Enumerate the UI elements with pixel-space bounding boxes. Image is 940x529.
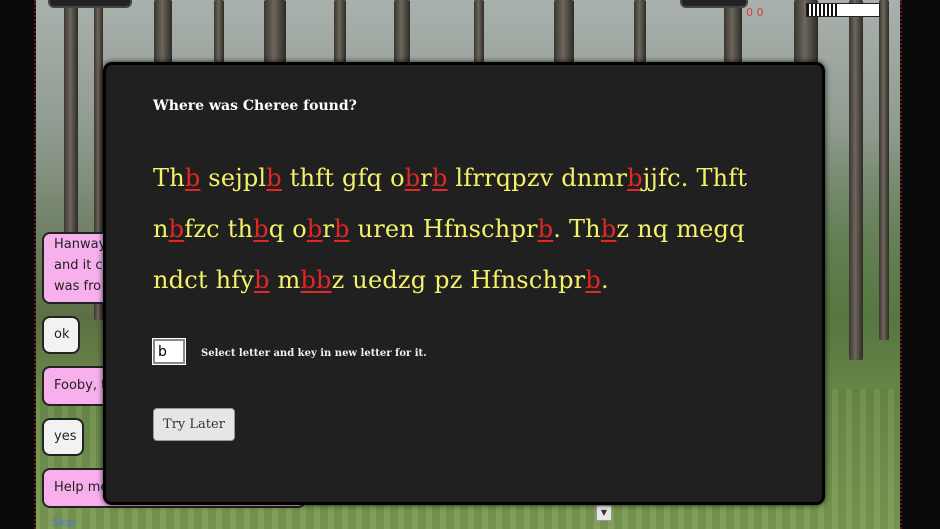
left-frame xyxy=(0,0,36,529)
puzzle-question: Where was Cheree found? xyxy=(153,98,357,114)
cipher-letters[interactable]: jjfc xyxy=(643,164,681,192)
right-frame xyxy=(900,0,940,529)
cipher-selected-letter[interactable]: b xyxy=(627,164,643,192)
try-later-button[interactable]: Try Later xyxy=(153,408,235,441)
cipher-letters[interactable]: z xyxy=(616,215,629,243)
cipher-letters[interactable]: Th xyxy=(569,215,601,243)
cipher-word: thft xyxy=(290,164,334,192)
cipher-letters[interactable]: Hfnschpr xyxy=(423,215,538,243)
cipher-letters[interactable]: q xyxy=(269,215,285,243)
cipher-letters[interactable]: n xyxy=(153,215,169,243)
cipher-word: uedzg xyxy=(352,266,426,294)
cipher-word: thbq xyxy=(228,215,285,243)
cipher-word: mbbz xyxy=(277,266,344,294)
cipher-selected-letter[interactable]: b xyxy=(253,215,269,243)
cipher-word: Hfnschprb. xyxy=(470,266,608,294)
cipher-punctuation: . xyxy=(680,164,689,192)
cipher-letters[interactable]: r xyxy=(322,215,334,243)
cipher-letters[interactable]: o xyxy=(292,215,307,243)
cipher-word: obrb xyxy=(390,164,448,192)
cipher-letters[interactable]: dnmr xyxy=(561,164,627,192)
cipher-selected-letter[interactable]: b xyxy=(266,164,282,192)
cipher-letters[interactable]: lfrrqpzv xyxy=(455,164,553,192)
cipher-selected-letter[interactable]: b xyxy=(254,266,270,294)
cipher-letters[interactable]: thft xyxy=(290,164,334,192)
cipher-word: Thft xyxy=(696,164,747,192)
cipher-punctuation: . xyxy=(553,215,562,243)
cipher-word: uren xyxy=(358,215,415,243)
cipher-word: nbfzc xyxy=(153,215,220,243)
cipher-selected-letter[interactable]: b xyxy=(307,215,323,243)
cipher-selected-letter[interactable]: b xyxy=(169,215,185,243)
energy-meter xyxy=(806,3,880,17)
cipher-word: Hfnschprb. xyxy=(423,215,561,243)
cipher-letters[interactable]: th xyxy=(228,215,254,243)
chat-bubble-line: ok xyxy=(54,327,70,342)
cipher-word: pz xyxy=(434,266,462,294)
cipher-word: Thb xyxy=(153,164,200,192)
cipher-word: gfq xyxy=(342,164,382,192)
cipher-word: Thbz xyxy=(569,215,629,243)
cipher-selected-letter[interactable]: b xyxy=(585,266,601,294)
chat-bubble-line: yes xyxy=(54,429,77,444)
chat-skip-link[interactable]: Skip xyxy=(52,516,75,529)
top-right-menu-button[interactable] xyxy=(680,0,748,8)
energy-meter-fill xyxy=(807,4,840,16)
cryptogram-dialog: Where was Cheree found? Thb sejplb thft … xyxy=(103,62,825,505)
cipher-selected-letter[interactable]: b xyxy=(601,215,617,243)
cipher-letters[interactable]: Th xyxy=(153,164,185,192)
top-left-menu-button[interactable] xyxy=(48,0,132,8)
cipher-letters[interactable]: m xyxy=(277,266,300,294)
cipher-word: nq xyxy=(637,215,668,243)
cipher-letters[interactable]: uedzg xyxy=(352,266,426,294)
cipher-letters[interactable]: sejpl xyxy=(208,164,266,192)
cipher-letters[interactable]: ndct xyxy=(153,266,208,294)
cipher-selected-letter[interactable]: b xyxy=(334,215,350,243)
cipher-word: megq xyxy=(676,215,745,243)
cipher-word: obrb xyxy=(292,215,350,243)
cipher-word: hfyb xyxy=(216,266,270,294)
cipher-letters[interactable]: z xyxy=(332,266,345,294)
hud-counter: 0 0 xyxy=(746,6,764,19)
cipher-selected-letter[interactable]: b xyxy=(405,164,421,192)
cipher-letters[interactable]: uren xyxy=(358,215,415,243)
cipher-text: Thb sejplb thft gfq obrb lfrrqpzv dnmrbj… xyxy=(153,153,793,306)
cipher-word: lfrrqpzv xyxy=(455,164,553,192)
chat-bubble: yes xyxy=(42,418,84,456)
cipher-letters[interactable]: hfy xyxy=(216,266,255,294)
replacement-letter-input[interactable] xyxy=(152,338,186,365)
cipher-letters[interactable]: megq xyxy=(676,215,745,243)
cipher-selected-letter[interactable]: b xyxy=(432,164,448,192)
cipher-selected-letter[interactable]: b xyxy=(185,164,201,192)
cipher-letters[interactable]: o xyxy=(390,164,405,192)
cipher-letters[interactable]: nq xyxy=(637,215,668,243)
cipher-word: ndct xyxy=(153,266,208,294)
cipher-letters[interactable]: fzc xyxy=(184,215,220,243)
puzzle-hint: Select letter and key in new letter for … xyxy=(201,348,427,359)
chat-bubble: ok xyxy=(42,316,80,354)
cipher-letters[interactable]: gfq xyxy=(342,164,382,192)
cipher-word: dnmrbjjfc. xyxy=(561,164,688,192)
cipher-punctuation: . xyxy=(600,266,609,294)
scroll-down-icon[interactable]: ▼ xyxy=(596,505,612,521)
cipher-selected-letter[interactable]: bb xyxy=(300,266,331,294)
cipher-letters[interactable]: Thft xyxy=(696,164,747,192)
cipher-selected-letter[interactable]: b xyxy=(538,215,554,243)
cipher-letters[interactable]: r xyxy=(420,164,432,192)
cipher-word: sejplb xyxy=(208,164,282,192)
cipher-letters[interactable]: Hfnschpr xyxy=(470,266,585,294)
cipher-letters[interactable]: pz xyxy=(434,266,462,294)
